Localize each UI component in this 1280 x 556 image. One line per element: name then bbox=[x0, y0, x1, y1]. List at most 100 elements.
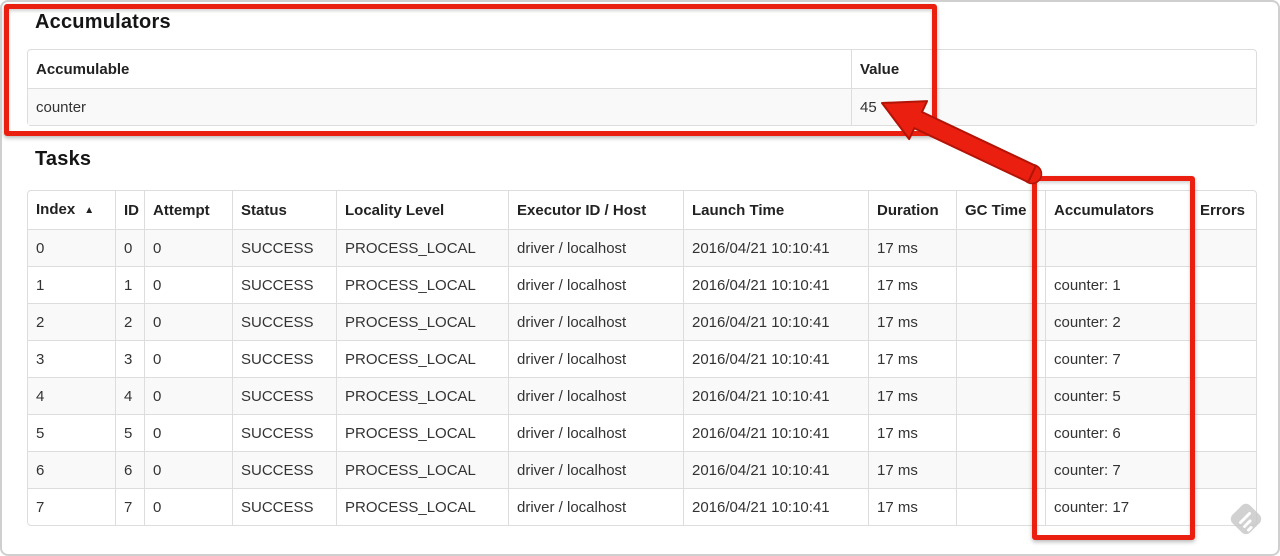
cell-accumulators: counter: 2 bbox=[1045, 303, 1191, 340]
cell-executor-id-host: driver / localhost bbox=[508, 340, 683, 377]
cell-duration: 17 ms bbox=[868, 414, 956, 451]
cell-index: 0 bbox=[28, 229, 115, 266]
cell-locality-level: PROCESS_LOCAL bbox=[336, 229, 508, 266]
cell-accumulators: counter: 5 bbox=[1045, 377, 1191, 414]
cell-id: 1 bbox=[115, 266, 144, 303]
tasks-section-title: Tasks bbox=[35, 148, 92, 170]
cell-gc-time bbox=[956, 488, 1045, 525]
cell-accumulators: counter: 7 bbox=[1045, 340, 1191, 377]
cell-attempt: 0 bbox=[144, 303, 232, 340]
cell-launch-time: 2016/04/21 10:10:41 bbox=[683, 229, 868, 266]
cell-locality-level: PROCESS_LOCAL bbox=[336, 488, 508, 525]
cell-attempt: 0 bbox=[144, 229, 232, 266]
cell-duration: 17 ms bbox=[868, 266, 956, 303]
cell-accumulators: counter: 1 bbox=[1045, 266, 1191, 303]
column-header-accumulators[interactable]: Accumulators bbox=[1045, 191, 1191, 229]
cell-locality-level: PROCESS_LOCAL bbox=[336, 303, 508, 340]
cell-status: SUCCESS bbox=[232, 340, 336, 377]
column-header-value: Value bbox=[851, 50, 1256, 88]
table-row: 1 1 0 SUCCESS PROCESS_LOCAL driver / localhos… bbox=[28, 266, 1256, 303]
cell-executor-id-host: driver / localhost bbox=[508, 414, 683, 451]
cell-index: 6 bbox=[28, 451, 115, 488]
cell-launch-time: 2016/04/21 10:10:41 bbox=[683, 488, 868, 525]
table-row: 3 3 0 SUCCESS PROCESS_LOCAL driver / localhos… bbox=[28, 340, 1256, 377]
cell-duration: 17 ms bbox=[868, 340, 956, 377]
cell-attempt: 0 bbox=[144, 377, 232, 414]
table-row: 5 5 0 SUCCESS PROCESS_LOCAL driver / localhos… bbox=[28, 414, 1256, 451]
cell-index: 7 bbox=[28, 488, 115, 525]
cell-duration: 17 ms bbox=[868, 488, 956, 525]
cell-errors bbox=[1191, 451, 1256, 488]
column-header-index[interactable]: Index ▲ bbox=[28, 191, 115, 229]
cell-attempt: 0 bbox=[144, 340, 232, 377]
column-header-duration[interactable]: Duration bbox=[868, 191, 956, 229]
cell-status: SUCCESS bbox=[232, 451, 336, 488]
cell-duration: 17 ms bbox=[868, 303, 956, 340]
cell-launch-time: 2016/04/21 10:10:41 bbox=[683, 451, 868, 488]
header-row: Accumulable Value bbox=[28, 50, 1256, 88]
cell-executor-id-host: driver / localhost bbox=[508, 451, 683, 488]
column-header-locality-level[interactable]: Locality Level bbox=[336, 191, 508, 229]
cell-id: 4 bbox=[115, 377, 144, 414]
cell-accumulators bbox=[1045, 229, 1191, 266]
feedly-icon[interactable] bbox=[1227, 500, 1265, 538]
cell-gc-time bbox=[956, 303, 1045, 340]
cell-status: SUCCESS bbox=[232, 414, 336, 451]
cell-locality-level: PROCESS_LOCAL bbox=[336, 414, 508, 451]
cell-executor-id-host: driver / localhost bbox=[508, 229, 683, 266]
column-header-launch-time[interactable]: Launch Time bbox=[683, 191, 868, 229]
cell-status: SUCCESS bbox=[232, 229, 336, 266]
cell-index: 1 bbox=[28, 266, 115, 303]
header-row: Index ▲ ID Attempt Status Locality Level Execu… bbox=[28, 191, 1256, 229]
cell-launch-time: 2016/04/21 10:10:41 bbox=[683, 377, 868, 414]
cell-errors bbox=[1191, 377, 1256, 414]
column-header-status[interactable]: Status bbox=[232, 191, 336, 229]
cell-duration: 17 ms bbox=[868, 451, 956, 488]
cell-index: 4 bbox=[28, 377, 115, 414]
cell-gc-time bbox=[956, 451, 1045, 488]
cell-executor-id-host: driver / localhost bbox=[508, 303, 683, 340]
cell-accumulators: counter: 7 bbox=[1045, 451, 1191, 488]
cell-id: 5 bbox=[115, 414, 144, 451]
table-row: 0 0 0 SUCCESS PROCESS_LOCAL driver / localhos… bbox=[28, 229, 1256, 266]
table-row: 6 6 0 SUCCESS PROCESS_LOCAL driver / localhos… bbox=[28, 451, 1256, 488]
tasks-table: Index ▲ ID Attempt Status Locality Level Execu… bbox=[27, 190, 1257, 526]
cell-executor-id-host: driver / localhost bbox=[508, 377, 683, 414]
cell-id: 2 bbox=[115, 303, 144, 340]
cell-gc-time bbox=[956, 266, 1045, 303]
cell-errors bbox=[1191, 266, 1256, 303]
cell-gc-time bbox=[956, 340, 1045, 377]
cell-locality-level: PROCESS_LOCAL bbox=[336, 340, 508, 377]
column-header-gc-time[interactable]: GC Time bbox=[956, 191, 1045, 229]
table-row: 7 7 0 SUCCESS PROCESS_LOCAL driver / localhos… bbox=[28, 488, 1256, 525]
cell-locality-level: PROCESS_LOCAL bbox=[336, 266, 508, 303]
column-header-id[interactable]: ID bbox=[115, 191, 144, 229]
cell-id: 3 bbox=[115, 340, 144, 377]
cell-duration: 17 ms bbox=[868, 229, 956, 266]
cell-accumulable: counter bbox=[28, 88, 851, 125]
column-header-errors[interactable]: Errors bbox=[1191, 191, 1256, 229]
cell-errors bbox=[1191, 229, 1256, 266]
cell-gc-time bbox=[956, 377, 1045, 414]
cell-gc-time bbox=[956, 414, 1045, 451]
cell-status: SUCCESS bbox=[232, 266, 336, 303]
table-row: 2 2 0 SUCCESS PROCESS_LOCAL driver / localhos… bbox=[28, 303, 1256, 340]
cell-status: SUCCESS bbox=[232, 377, 336, 414]
cell-id: 0 bbox=[115, 229, 144, 266]
cell-attempt: 0 bbox=[144, 451, 232, 488]
cell-errors bbox=[1191, 340, 1256, 377]
cell-launch-time: 2016/04/21 10:10:41 bbox=[683, 266, 868, 303]
table-row: 4 4 0 SUCCESS PROCESS_LOCAL driver / localhos… bbox=[28, 377, 1256, 414]
cell-launch-time: 2016/04/21 10:10:41 bbox=[683, 340, 868, 377]
cell-launch-time: 2016/04/21 10:10:41 bbox=[683, 414, 868, 451]
cell-accumulators: counter: 6 bbox=[1045, 414, 1191, 451]
cell-launch-time: 2016/04/21 10:10:41 bbox=[683, 303, 868, 340]
column-header-attempt[interactable]: Attempt bbox=[144, 191, 232, 229]
accumulators-table: Accumulable Value counter 45 bbox=[27, 49, 1257, 126]
column-header-accumulable: Accumulable bbox=[36, 60, 130, 78]
cell-status: SUCCESS bbox=[232, 488, 336, 525]
column-header-executor-id-host[interactable]: Executor ID / Host bbox=[508, 191, 683, 229]
cell-id: 7 bbox=[115, 488, 144, 525]
cell-id: 6 bbox=[115, 451, 144, 488]
cell-index: 5 bbox=[28, 414, 115, 451]
